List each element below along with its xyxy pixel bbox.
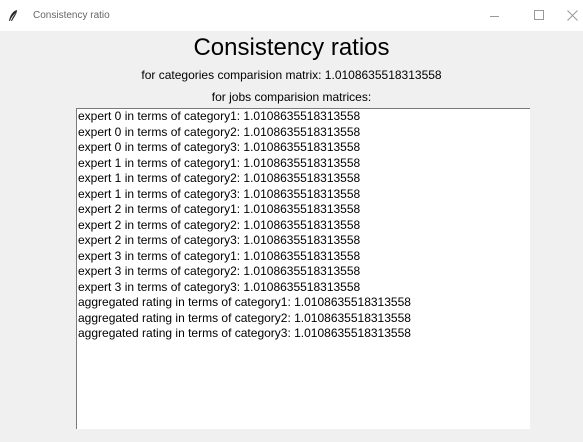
maximize-button[interactable] [533,8,545,22]
result-line: expert 0 in terms of category3: 1.010863… [78,140,361,154]
app-window: Consistency ratio Consistency ratios for… [0,0,583,442]
result-line: expert 3 in terms of category1: 1.010863… [78,248,361,263]
minimize-button[interactable] [489,8,501,22]
result-line: expert 1 in terms of category1: 1.010863… [78,155,361,170]
result-line: aggregated rating in terms of category2:… [78,310,411,325]
result-line: expert 0 in terms of category2: 1.010863… [78,124,361,139]
result-line: aggregated rating in terms of category3:… [78,326,411,340]
result-line: expert 2 in terms of category2: 1.010863… [78,217,361,232]
categories-ratio-label: for categories comparision matrix: 1.010… [141,68,442,82]
result-line: expert 0 in terms of category1: 1.010863… [78,109,361,123]
result-line: aggregated rating in terms of category1:… [78,295,411,309]
title-bar[interactable]: Consistency ratio [0,0,583,31]
close-icon [567,10,578,21]
result-line: expert 3 in terms of category2: 1.010863… [78,264,361,278]
results-textbox[interactable]: expert 0 in terms of category1: 1.010863… [76,108,530,429]
close-button[interactable] [566,8,578,22]
page-title: Consistency ratios [193,34,390,61]
result-line: expert 1 in terms of category2: 1.010863… [78,171,361,185]
jobs-ratio-heading: for jobs comparision matrices: [211,90,372,104]
result-line: expert 3 in terms of category3: 1.010863… [78,279,361,294]
result-line: expert 2 in terms of category1: 1.010863… [78,202,361,216]
window-content: Consistency ratios for categories compar… [10,31,583,442]
window-title: Consistency ratio [33,10,110,21]
result-line: expert 2 in terms of category3: 1.010863… [78,233,361,247]
result-line: expert 1 in terms of category3: 1.010863… [78,186,361,201]
feather-icon [7,9,19,23]
